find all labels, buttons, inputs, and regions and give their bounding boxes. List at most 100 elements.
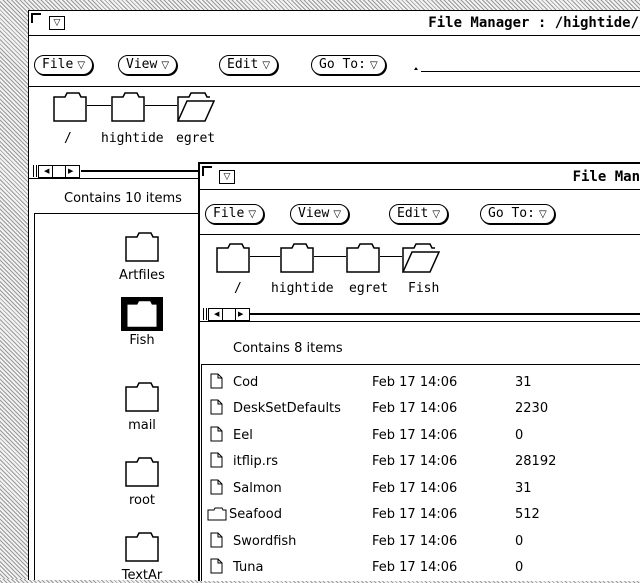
selected-highlight — [121, 297, 163, 331]
folder-icon[interactable] — [111, 92, 145, 122]
folder-item-fish[interactable]: Fish — [107, 297, 177, 348]
file-size: 0 — [515, 428, 524, 443]
folder-item-label: TextAr — [121, 568, 163, 583]
file-date: Feb 17 14:06 — [372, 534, 458, 549]
front-window-titlebar[interactable]: ▽ File Man — [200, 164, 640, 190]
folder-item-root[interactable]: root — [107, 457, 177, 508]
goto-menu-button[interactable]: Go To: ▽ — [311, 55, 386, 75]
front-file-manager-window: ▽ File Man File ▽ View ▽ Edit ▽ Go To: ▽ / h… — [198, 162, 640, 581]
back-path-pane: / hightide egret — [29, 86, 640, 166]
edit-menu-button[interactable]: Edit ▽ — [389, 204, 449, 224]
document-icon — [210, 532, 223, 548]
goto-menu-button[interactable]: Go To: ▽ — [480, 204, 555, 224]
document-icon — [210, 399, 223, 415]
chevron-down-icon: ▽ — [53, 18, 61, 28]
file-menu-button[interactable]: File ▽ — [34, 55, 94, 75]
path-egret-label[interactable]: egret — [176, 131, 215, 146]
scroll-left-icon[interactable]: ◀ — [44, 166, 49, 177]
file-row[interactable]: itflip.rs Feb 17 14:06 28192 — [202, 449, 640, 475]
file-size: 2230 — [515, 401, 549, 416]
file-size: 31 — [515, 375, 532, 390]
folder-icon[interactable] — [280, 243, 314, 273]
chevron-down-icon: ▽ — [538, 209, 547, 220]
folder-icon — [125, 532, 159, 562]
file-date: Feb 17 14:06 — [372, 507, 458, 522]
file-row[interactable]: Tuna Feb 17 14:06 0 — [202, 555, 640, 581]
file-date: Feb 17 14:06 — [372, 481, 458, 496]
folder-icon[interactable] — [216, 243, 250, 273]
file-size: 28192 — [515, 454, 557, 469]
folder-icon — [127, 301, 157, 327]
path-root-label[interactable]: / — [64, 131, 72, 146]
file-name: Tuna — [233, 560, 264, 575]
path-connector — [380, 256, 402, 257]
chevron-down-icon: ▽ — [432, 209, 441, 220]
open-folder-icon[interactable] — [402, 243, 440, 273]
document-icon — [210, 479, 223, 495]
path-egret-label[interactable]: egret — [349, 281, 388, 296]
folder-item-artfiles[interactable]: Artfiles — [107, 232, 177, 283]
edit-menu-button[interactable]: Edit ▽ — [219, 55, 279, 75]
scroll-left-icon[interactable]: ◀ — [214, 309, 219, 320]
back-status-text: Contains 10 items — [64, 191, 182, 206]
folder-item-label: Artfiles — [119, 268, 165, 283]
file-name: Eel — [233, 428, 253, 443]
chevron-down-icon: ▽ — [77, 60, 86, 71]
file-name: Cod — [233, 375, 259, 390]
open-folder-icon[interactable] — [177, 92, 215, 122]
folder-item-label: root — [128, 493, 156, 508]
scroll-right-icon[interactable]: ▶ — [68, 166, 73, 177]
file-menu-button[interactable]: File ▽ — [205, 204, 265, 224]
file-date: Feb 17 14:06 — [372, 401, 458, 416]
document-icon — [210, 373, 223, 389]
file-row[interactable]: Cod Feb 17 14:06 31 — [202, 370, 640, 396]
front-path-scroller[interactable]: ◀ ▶ — [200, 307, 640, 322]
file-size: 31 — [515, 481, 532, 496]
view-menu-button[interactable]: View ▽ — [118, 55, 178, 75]
chevron-down-icon: ▽ — [248, 209, 257, 220]
path-root-label[interactable]: / — [234, 281, 242, 296]
document-icon — [210, 558, 223, 574]
folder-icon[interactable] — [53, 92, 87, 122]
path-connector — [87, 105, 111, 106]
folder-icon — [207, 507, 227, 521]
file-row[interactable]: Salmon Feb 17 14:06 31 — [202, 476, 640, 502]
folder-item-textar[interactable]: TextAr — [107, 532, 177, 583]
folder-icon[interactable] — [346, 243, 380, 273]
document-icon — [210, 452, 223, 468]
file-date: Feb 17 14:06 — [372, 560, 458, 575]
file-date: Feb 17 14:06 — [372, 375, 458, 390]
folder-row[interactable]: Seafood Feb 17 14:06 512 — [202, 502, 640, 528]
path-hightide-label[interactable]: hightide — [271, 281, 334, 296]
file-size: 0 — [515, 534, 524, 549]
file-name: Salmon — [233, 481, 282, 496]
path-scroll-buttons[interactable]: ◀ ▶ — [38, 165, 80, 178]
chevron-down-icon: ▽ — [161, 60, 170, 71]
path-hightide-label[interactable]: hightide — [101, 131, 164, 146]
goto-input[interactable] — [421, 71, 640, 72]
file-row[interactable]: Swordfish Feb 17 14:06 0 — [202, 529, 640, 555]
window-menu-icon[interactable]: ▽ — [49, 16, 65, 30]
folder-icon — [125, 232, 159, 262]
file-row[interactable]: Eel Feb 17 14:06 0 — [202, 423, 640, 449]
scroll-right-icon[interactable]: ▶ — [238, 309, 243, 320]
folder-item-mail[interactable]: mail — [107, 382, 177, 433]
file-size: 512 — [515, 507, 540, 522]
folder-item-label: mail — [128, 418, 156, 433]
view-menu-button[interactable]: View ▽ — [290, 204, 350, 224]
file-row[interactable]: DeskSetDefaults Feb 17 14:06 2230 — [202, 396, 640, 422]
file-date: Feb 17 14:06 — [372, 428, 458, 443]
file-size: 0 — [515, 560, 524, 575]
chevron-down-icon: ▽ — [223, 172, 231, 182]
back-window-titlebar[interactable]: ▽ File Manager : /hightide/ — [29, 11, 640, 36]
window-menu-icon[interactable]: ▽ — [219, 170, 235, 184]
front-window-title: File Man — [572, 169, 640, 185]
path-connector — [250, 256, 280, 257]
path-scroll-buttons[interactable]: ◀ ▶ — [208, 308, 250, 321]
file-name: itflip.rs — [233, 454, 279, 469]
front-status-text: Contains 8 items — [233, 341, 343, 356]
folder-icon — [125, 457, 159, 487]
path-fish-label[interactable]: Fish — [408, 281, 439, 296]
window-corner — [31, 13, 41, 23]
chevron-down-icon: ▽ — [262, 60, 271, 71]
